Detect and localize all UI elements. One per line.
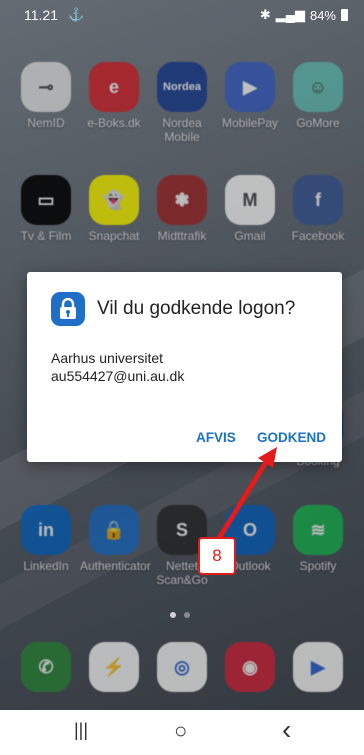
status-icons: ✱ ▂▄▆ 84%	[260, 7, 348, 23]
approve-button[interactable]: GODKEND	[257, 430, 326, 445]
status-time: 11.21	[24, 7, 58, 23]
navigation-bar: ||| ○ ‹	[0, 710, 364, 755]
dialog-title: Vil du godkende logon?	[97, 298, 296, 319]
approve-signin-dialog: Vil du godkende logon? Aarhus universite…	[27, 272, 342, 462]
battery-icon	[341, 9, 348, 21]
dialog-header: Vil du godkende logon?	[51, 292, 295, 326]
phone-screen: 11.21 ⚓ ✱ ▂▄▆ 84% ⊸ NemID e e-Boks.dk Nordea…	[0, 0, 364, 755]
home-button[interactable]: ○	[174, 718, 187, 744]
signal-icon: ▂▄▆	[275, 7, 305, 22]
back-button[interactable]: ‹	[282, 714, 291, 746]
authenticator-lock-icon	[51, 292, 85, 326]
bluetooth-icon: ✱	[259, 7, 271, 22]
step-number-badge: 8	[198, 537, 236, 575]
status-bar: 11.21 ⚓ ✱ ▂▄▆ 84%	[0, 0, 364, 32]
account-email: au554427@uni.au.dk	[51, 368, 185, 384]
notification-icon: ⚓	[68, 7, 85, 22]
recent-apps-button[interactable]: |||	[74, 720, 88, 741]
organization-name: Aarhus universitet	[51, 350, 164, 366]
reject-button[interactable]: AFVIS	[196, 430, 236, 445]
battery-percent: 84%	[309, 7, 336, 23]
